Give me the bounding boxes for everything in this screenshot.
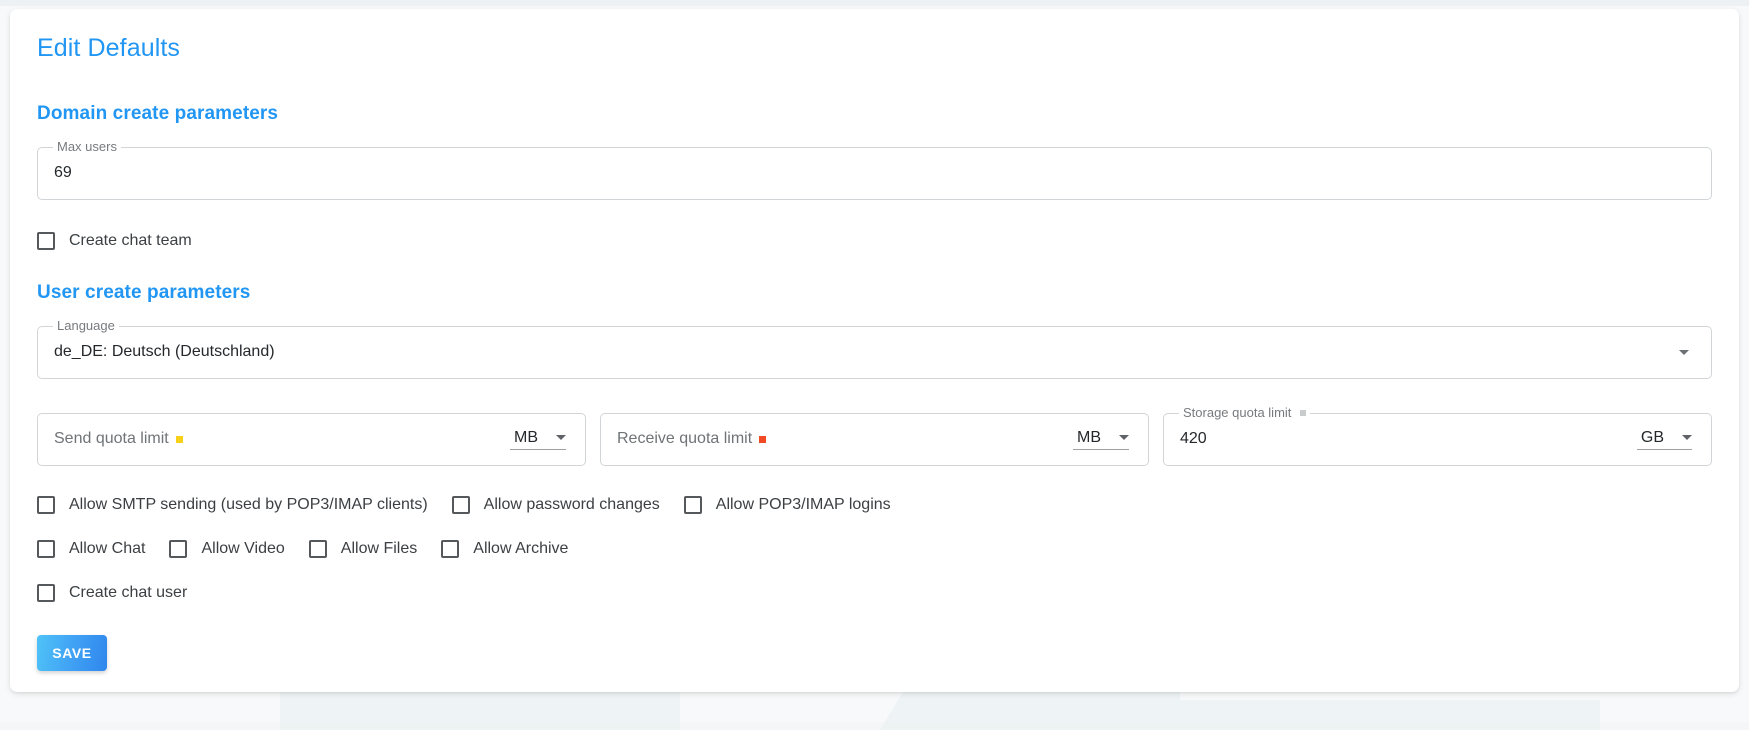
create-chat-team-label: Create chat team <box>69 232 192 250</box>
chevron-down-icon[interactable] <box>1682 435 1692 440</box>
chevron-down-icon[interactable] <box>1119 435 1129 440</box>
checkbox-icon[interactable] <box>37 232 55 250</box>
send-quota-unit-select[interactable]: MB <box>510 429 566 450</box>
storage-quota-unit-value: GB <box>1641 429 1664 447</box>
chevron-down-icon[interactable] <box>1679 350 1689 355</box>
edit-defaults-card: Edit Defaults Domain create parameters M… <box>10 9 1739 692</box>
checkbox-icon[interactable] <box>452 496 470 514</box>
max-users-field[interactable]: Max users 69 <box>37 147 1712 200</box>
section-title-user: User create parameters <box>37 282 1712 304</box>
allow-smtp-sending-label: Allow SMTP sending (used by POP3/IMAP cl… <box>69 496 428 514</box>
allow-chat-item[interactable]: Allow Chat <box>37 540 145 558</box>
save-button[interactable]: SAVE <box>37 635 107 671</box>
allow-video-item[interactable]: Allow Video <box>169 540 284 558</box>
allow-archive-label: Allow Archive <box>473 540 568 558</box>
page-title: Edit Defaults <box>37 35 1712 63</box>
storage-quota-limit-input[interactable]: 420 <box>1164 430 1637 448</box>
max-users-input[interactable]: 69 <box>38 164 1711 182</box>
background-shape <box>880 690 1180 730</box>
allow-pop3-imap-logins-item[interactable]: Allow POP3/IMAP logins <box>684 496 891 514</box>
receive-quota-limit-placeholder-text: Receive quota limit <box>617 430 752 448</box>
create-chat-team-row[interactable]: Create chat team <box>37 232 1712 250</box>
allow-password-changes-label: Allow password changes <box>484 496 660 514</box>
allow-chat-label: Allow Chat <box>69 540 145 558</box>
allow-archive-item[interactable]: Allow Archive <box>441 540 568 558</box>
receive-quota-limit-placeholder[interactable]: Receive quota limit <box>601 430 1073 448</box>
checkbox-icon[interactable] <box>684 496 702 514</box>
background-shape <box>1180 700 1600 730</box>
required-marker-icon <box>1300 410 1306 416</box>
max-users-label: Max users <box>53 139 121 154</box>
quota-fields-row: Send quota limit MB Receive quota limit … <box>37 413 1712 466</box>
checkbox-icon[interactable] <box>169 540 187 558</box>
allow-files-item[interactable]: Allow Files <box>309 540 417 558</box>
chevron-down-icon[interactable] <box>556 435 566 440</box>
allow-files-label: Allow Files <box>341 540 417 558</box>
checkbox-icon[interactable] <box>37 584 55 602</box>
required-marker-icon <box>759 436 766 443</box>
background-shape <box>280 690 680 730</box>
receive-quota-limit-field[interactable]: Receive quota limit MB <box>600 413 1149 466</box>
permissions-row-1: Allow SMTP sending (used by POP3/IMAP cl… <box>37 496 1712 514</box>
checkbox-icon[interactable] <box>37 540 55 558</box>
permissions-row-2: Allow Chat Allow Video Allow Files Allow… <box>37 540 1712 558</box>
section-title-domain: Domain create parameters <box>37 103 1712 125</box>
background-topbar <box>0 0 1749 6</box>
checkbox-icon[interactable] <box>37 496 55 514</box>
send-quota-limit-placeholder[interactable]: Send quota limit <box>38 430 510 448</box>
send-quota-limit-placeholder-text: Send quota limit <box>54 430 169 448</box>
required-marker-icon <box>176 436 183 443</box>
receive-quota-unit-select[interactable]: MB <box>1073 429 1129 450</box>
send-quota-unit-value: MB <box>514 429 538 447</box>
allow-password-changes-item[interactable]: Allow password changes <box>452 496 660 514</box>
storage-quota-limit-field[interactable]: Storage quota limit 420 GB <box>1163 413 1712 466</box>
storage-quota-limit-label-text: Storage quota limit <box>1183 405 1291 420</box>
language-field[interactable]: Language de_DE: Deutsch (Deutschland) <box>37 326 1712 379</box>
checkbox-icon[interactable] <box>309 540 327 558</box>
create-chat-user-label: Create chat user <box>69 584 187 602</box>
allow-video-label: Allow Video <box>201 540 284 558</box>
send-quota-limit-field[interactable]: Send quota limit MB <box>37 413 586 466</box>
receive-quota-unit-value: MB <box>1077 429 1101 447</box>
language-value[interactable]: de_DE: Deutsch (Deutschland) <box>38 343 1679 361</box>
storage-quota-unit-select[interactable]: GB <box>1637 429 1692 450</box>
create-chat-user-item[interactable]: Create chat user <box>37 584 187 602</box>
allow-smtp-sending-item[interactable]: Allow SMTP sending (used by POP3/IMAP cl… <box>37 496 428 514</box>
create-chat-team-checkbox-item[interactable]: Create chat team <box>37 232 192 250</box>
create-chat-user-row: Create chat user <box>37 584 1712 602</box>
language-label: Language <box>53 318 119 333</box>
checkbox-icon[interactable] <box>441 540 459 558</box>
storage-quota-limit-label: Storage quota limit <box>1179 405 1310 420</box>
allow-pop3-imap-logins-label: Allow POP3/IMAP logins <box>716 496 891 514</box>
